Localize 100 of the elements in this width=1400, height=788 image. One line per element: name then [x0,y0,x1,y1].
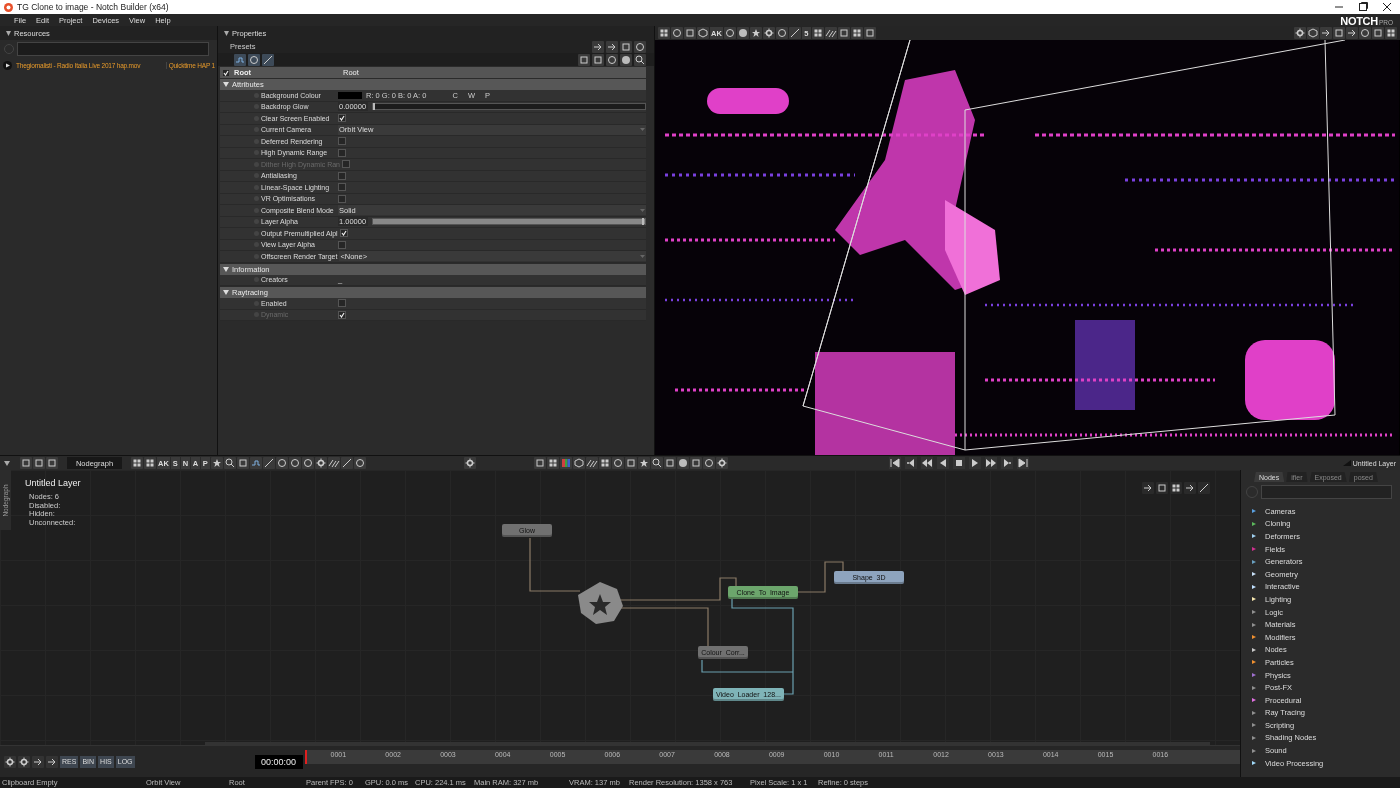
square-icon[interactable] [1156,482,1168,494]
expand-icon[interactable] [1252,509,1256,514]
square-icon[interactable] [684,27,696,39]
slider-thumb[interactable] [642,218,645,226]
grid-icon[interactable] [658,27,670,39]
step-back-icon[interactable] [904,457,917,469]
settings-icon[interactable] [4,755,16,768]
checkbox[interactable] [338,299,346,308]
arrow-icon[interactable] [1346,27,1358,39]
grid-icon[interactable] [546,457,559,469]
square-icon[interactable] [620,40,632,53]
diagonal-icon[interactable] [1198,482,1210,494]
star-icon[interactable] [749,27,762,39]
arrow-icon[interactable] [592,40,604,53]
grid-icon[interactable] [1170,482,1182,494]
search-field[interactable] [1261,485,1392,499]
square-icon[interactable] [837,27,850,39]
circle-icon[interactable] [248,53,260,66]
expand-icon[interactable] [1252,597,1256,602]
arrow-icon[interactable] [46,755,58,768]
square-icon[interactable] [33,457,45,469]
sphere-icon[interactable] [736,27,749,39]
square-icon[interactable] [663,457,676,469]
expand-icon[interactable] [1252,635,1256,640]
checkbox[interactable] [338,183,346,192]
grid-icon[interactable] [1385,27,1397,39]
sphere-icon[interactable] [620,53,632,66]
star-icon[interactable] [637,457,650,469]
diagonal-icon[interactable] [262,457,275,469]
star-icon[interactable] [210,457,223,469]
collapse-icon[interactable] [4,460,10,466]
settings-icon[interactable] [762,27,775,39]
wave-icon[interactable] [234,53,246,66]
expand-icon[interactable] [1252,572,1256,577]
circle-icon[interactable] [611,457,624,469]
square-icon[interactable] [236,457,249,469]
checkbox[interactable] [338,137,346,146]
diagonal-icon[interactable] [788,27,801,39]
diagonal-icon[interactable] [340,457,353,469]
skip-forward-icon[interactable] [1016,457,1029,469]
checkbox[interactable] [338,114,346,123]
arrow-icon[interactable] [1320,27,1332,39]
circle-icon[interactable] [353,457,366,469]
square-icon[interactable] [1372,27,1384,39]
settings-icon[interactable] [1294,27,1306,39]
expand-icon[interactable] [1252,534,1256,539]
expand-icon[interactable] [223,290,229,295]
search-icon[interactable] [650,457,663,469]
expand-icon[interactable] [1252,559,1256,564]
checkbox[interactable] [338,171,346,180]
expand-icon[interactable] [1252,647,1256,652]
circle-icon[interactable] [723,27,736,39]
square-icon[interactable] [624,457,637,469]
rewind-icon[interactable] [920,457,933,469]
arrow-icon[interactable] [606,40,618,53]
collapse-icon[interactable] [224,30,229,36]
step-forward-icon[interactable] [1000,457,1013,469]
checkbox[interactable] [338,240,346,249]
hatch-icon[interactable] [585,457,598,469]
settings-icon[interactable] [715,457,728,469]
checkbox[interactable] [338,194,346,203]
circle-icon[interactable] [606,53,618,66]
expand-icon[interactable] [223,266,229,272]
restore-icon[interactable] [1358,2,1368,12]
search-icon[interactable] [634,53,646,66]
grid-icon[interactable] [144,457,156,469]
checkbox[interactable] [222,68,230,77]
checkbox[interactable] [339,229,348,238]
expand-icon[interactable] [1252,761,1256,766]
circle-icon[interactable] [775,27,788,39]
expand-icon[interactable] [1252,698,1256,703]
expand-icon[interactable] [1252,660,1256,665]
checkbox[interactable] [338,148,346,157]
square-icon[interactable] [592,53,604,66]
circle-icon[interactable] [1359,27,1371,39]
expand-icon[interactable] [1252,521,1256,526]
square-icon[interactable] [578,53,590,66]
sphere-icon[interactable] [676,457,689,469]
circle-icon[interactable] [634,40,646,53]
square-icon[interactable] [863,27,876,39]
hatch-icon[interactable] [824,27,837,39]
skip-back-icon[interactable] [888,457,901,469]
close-icon[interactable] [1382,2,1392,12]
circle-icon[interactable] [671,27,683,39]
playhead[interactable] [304,750,307,764]
circle-icon[interactable] [275,457,288,469]
settings-icon[interactable] [18,755,30,768]
reverse-play-icon[interactable] [936,457,949,469]
square-icon[interactable] [689,457,702,469]
expand-icon[interactable] [1252,584,1256,589]
grid-icon[interactable] [850,27,863,39]
arrow-icon[interactable] [1142,482,1154,494]
search-field[interactable] [17,42,209,56]
fast-forward-icon[interactable] [984,457,997,469]
play-icon[interactable] [968,457,981,469]
square-icon[interactable] [1333,27,1345,39]
color-swatch[interactable] [338,91,362,99]
settings-icon[interactable] [463,457,476,469]
diagonal-icon[interactable] [262,53,274,66]
settings-icon[interactable] [314,457,327,469]
